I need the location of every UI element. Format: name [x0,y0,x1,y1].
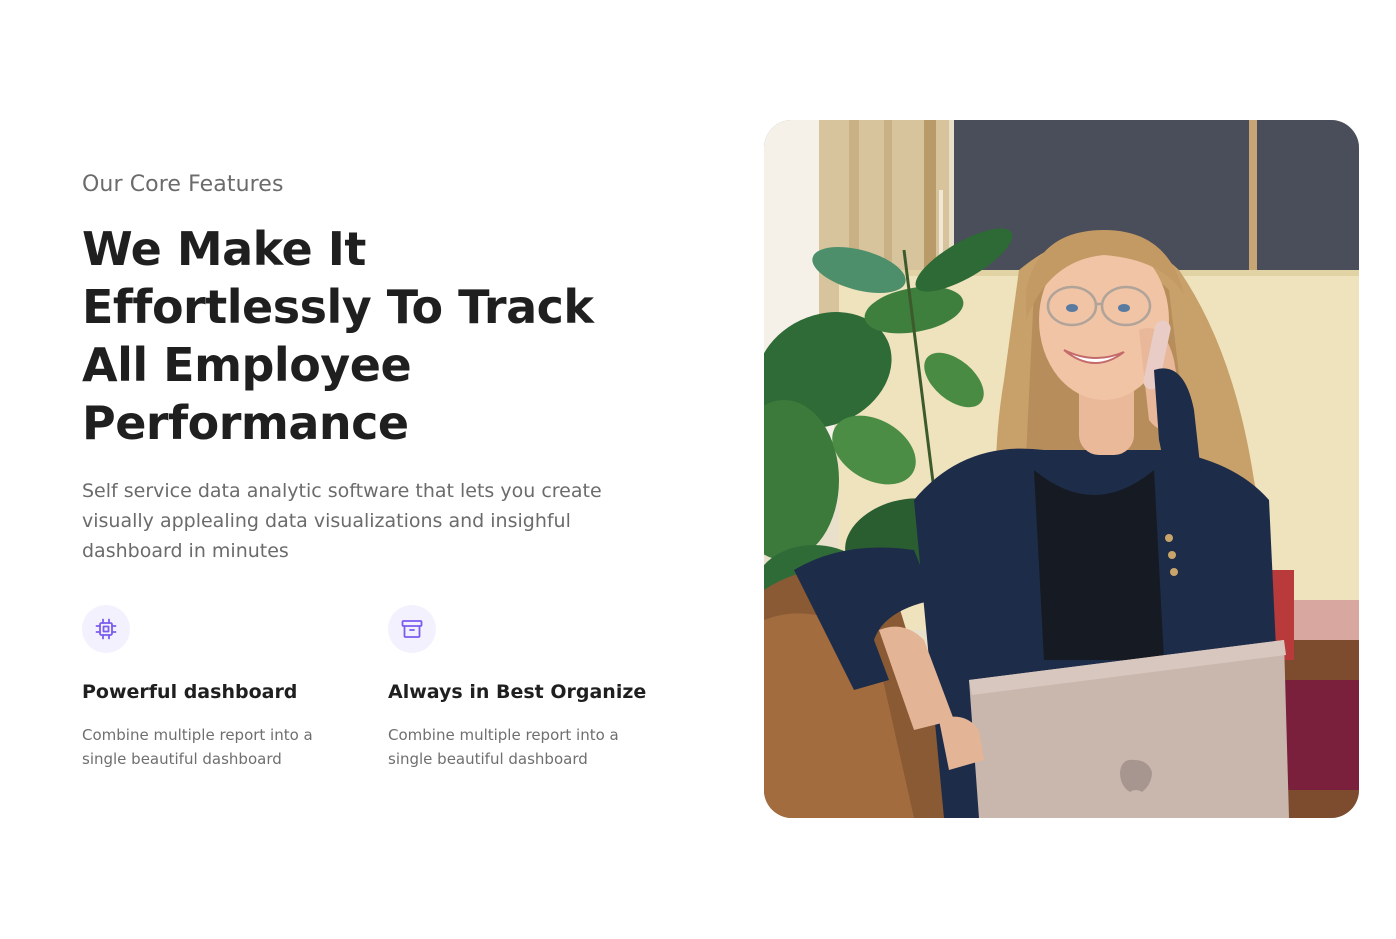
chip-icon [82,605,130,653]
feature-title: Always in Best Organize [388,681,647,703]
feature-description: Combine multiple report into a single be… [388,726,619,768]
headline-line: All Employee [82,338,412,392]
headline-line: We Make It [82,222,366,276]
feature-description: Combine multiple report into a single be… [82,726,313,768]
archive-box-icon [388,605,436,653]
section-description: Self service data analytic software that… [82,480,602,562]
features-section: Our Core Features We Make It Effortlessl… [0,0,1396,939]
feature-title: Powerful dashboard [82,681,298,703]
feature-card-powerful-dashboard: Powerful dashboard Combine multiple repo… [82,605,372,771]
woman-on-phone-with-laptop-photo [764,120,1359,818]
section-eyebrow: Our Core Features [82,172,284,197]
headline-line: Effortlessly To Track [82,280,594,334]
feature-card-best-organize: Always in Best Organize Combine multiple… [388,605,678,771]
section-headline: We Make It Effortlessly To Track All Emp… [82,220,642,452]
headline-line: Performance [82,396,409,450]
